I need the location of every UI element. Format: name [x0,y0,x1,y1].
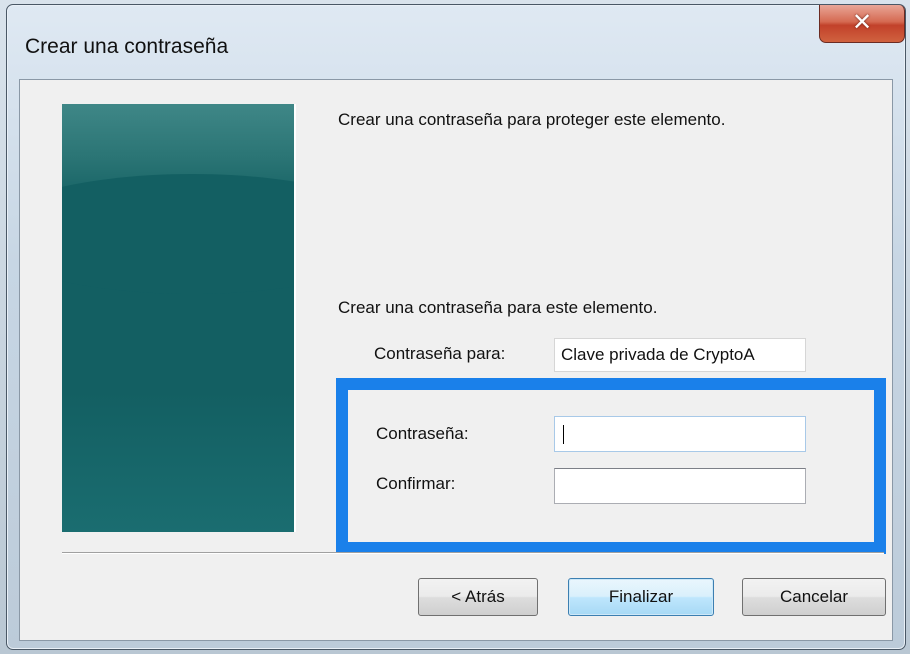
highlight-annotation-box [336,378,886,554]
close-button[interactable]: ✕ [819,5,905,43]
dialog-window: Crear una contraseña ✕ Crear una contras… [6,4,906,650]
password-label: Contraseña: [376,424,469,443]
password-for-label: Contraseña para: [374,344,506,363]
title-bar[interactable]: Crear una contraseña ✕ [7,5,905,79]
text-caret [563,425,564,444]
side-image-edge [294,104,296,532]
confirm-password-input[interactable] [554,468,806,504]
cancel-button[interactable]: Cancelar [742,578,886,616]
wizard-subheading: Crear una contraseña para este elemento. [338,298,658,317]
close-icon: ✕ [851,8,873,36]
back-button[interactable]: < Atrás [418,578,538,616]
password-input[interactable] [554,416,806,452]
footer-separator [62,552,884,554]
confirm-label: Confirmar: [376,474,456,493]
wizard-side-image [62,104,294,532]
dialog-body: Crear una contraseña para proteger este … [19,79,893,641]
wizard-heading: Crear una contraseña para proteger este … [338,110,726,129]
finish-button[interactable]: Finalizar [568,578,714,616]
window-title: Crear una contraseña [25,35,229,58]
password-for-field: Clave privada de CryptoA [554,338,806,372]
